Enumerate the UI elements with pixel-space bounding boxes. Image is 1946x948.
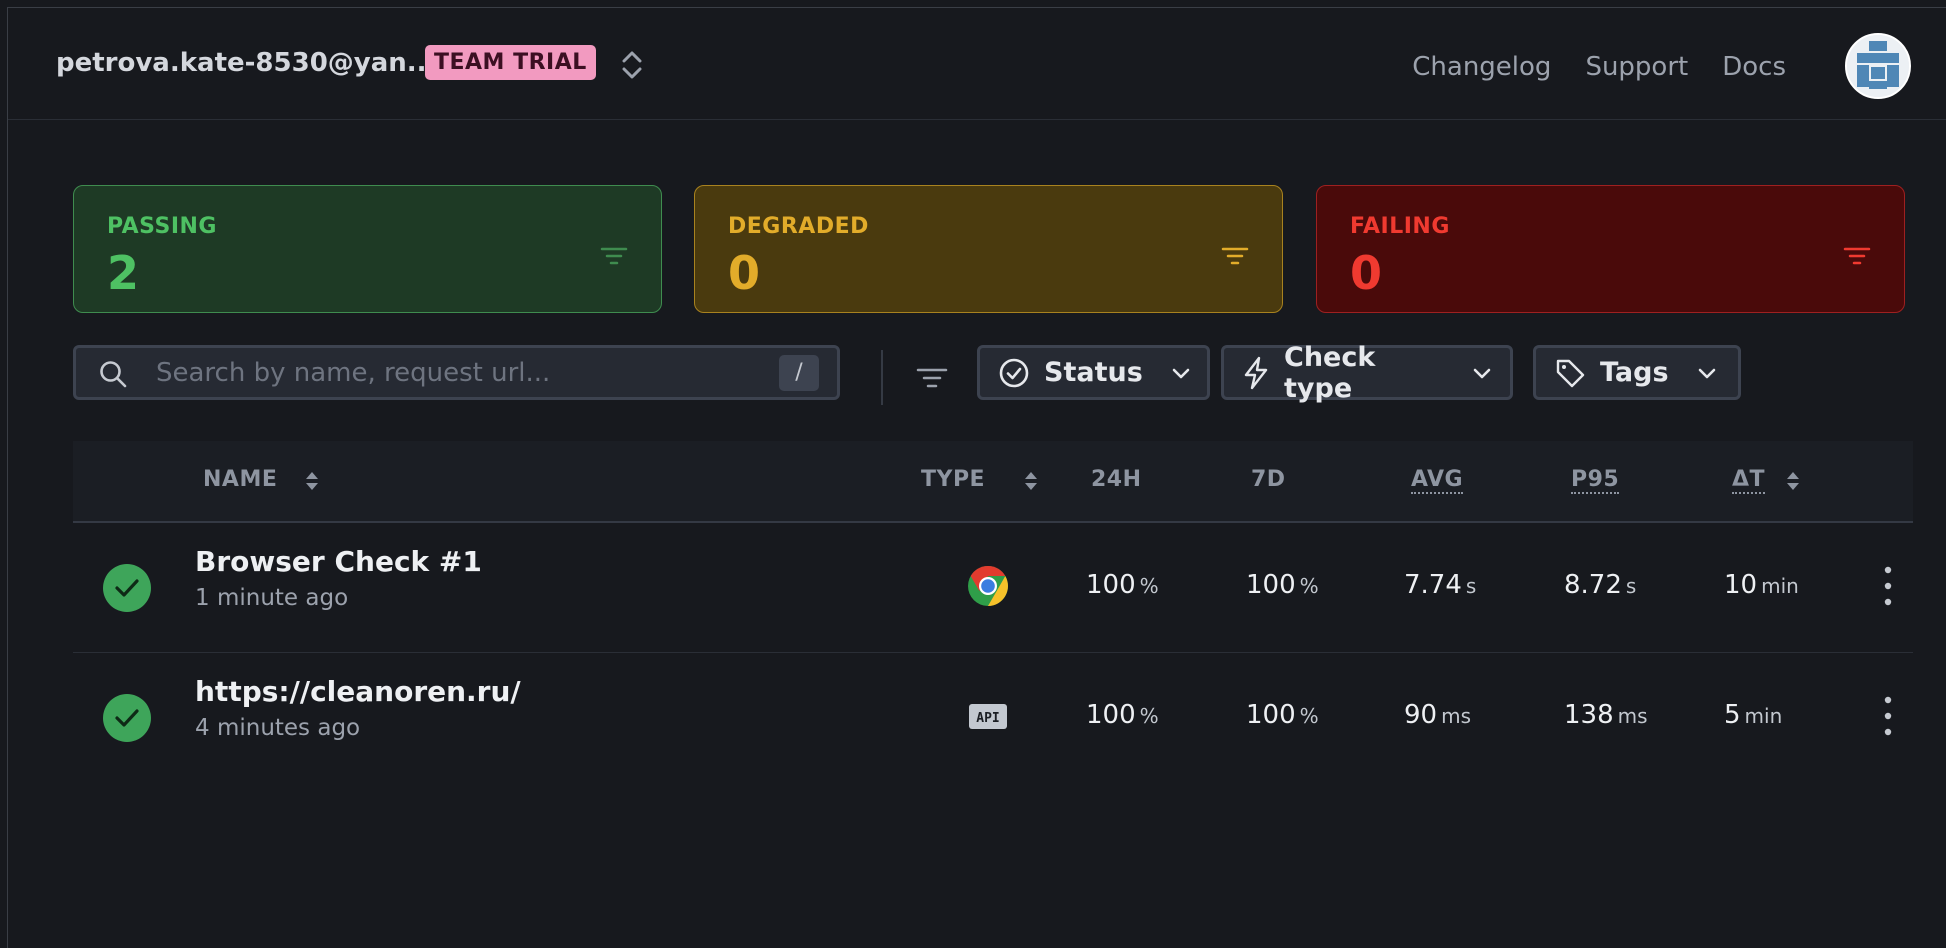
search-shortcut-hint: /	[779, 355, 819, 391]
column-header-avg: AVG	[1411, 467, 1464, 494]
degraded-label: DEGRADED	[728, 214, 869, 239]
chrome-icon	[968, 566, 1008, 606]
filter-icon[interactable]	[1842, 244, 1872, 268]
check-interval-unit: min	[1744, 704, 1783, 728]
failing-count: 0	[1350, 246, 1383, 300]
table-row[interactable]: Browser Check #1 1 minute ago 100% 100% …	[73, 523, 1913, 653]
check-circle-icon	[999, 358, 1029, 387]
p95-response-unit: ms	[1617, 704, 1648, 728]
passing-count: 2	[107, 246, 140, 300]
avg-response-value: 7.74	[1404, 570, 1462, 600]
uptime-7d: 100%	[1246, 570, 1319, 600]
avg-response: 7.74 s	[1404, 570, 1476, 600]
status-filter-label: Status	[1044, 357, 1143, 388]
uptime-7d-unit: %	[1299, 574, 1319, 598]
uptime-24h-unit: %	[1139, 574, 1159, 598]
check-name[interactable]: Browser Check #1	[195, 545, 482, 578]
lightning-icon	[1244, 356, 1268, 389]
passing-card[interactable]: PASSING 2	[73, 185, 662, 313]
support-link[interactable]: Support	[1585, 52, 1688, 82]
p95-response-unit: s	[1625, 574, 1637, 598]
column-header-type[interactable]: TYPE	[921, 467, 985, 492]
chevron-up-down-icon[interactable]	[617, 48, 647, 82]
top-bar: petrova.kate-8530@yan... TEAM TRIAL Chan…	[8, 8, 1946, 120]
uptime-7d-unit: %	[1299, 704, 1319, 728]
tags-filter-label: Tags	[1600, 357, 1669, 388]
uptime-7d: 100%	[1246, 700, 1319, 730]
uptime-7d-value: 100	[1246, 700, 1296, 730]
more-options-icon[interactable]	[1881, 693, 1895, 739]
check-interval-value: 5	[1724, 700, 1741, 730]
api-icon: API	[969, 704, 1007, 729]
column-header-p95: P95	[1571, 467, 1620, 494]
p95-response: 138 ms	[1564, 700, 1648, 730]
column-header-p95-label: P95	[1571, 467, 1620, 494]
degraded-card[interactable]: DEGRADED 0	[694, 185, 1283, 313]
chevron-down-icon	[1698, 368, 1715, 378]
column-header-24h: 24H	[1091, 467, 1142, 492]
failing-card[interactable]: FAILING 0	[1316, 185, 1905, 313]
avg-response: 90 ms	[1404, 700, 1471, 730]
degraded-count: 0	[728, 246, 761, 300]
uptime-7d-value: 100	[1246, 570, 1296, 600]
filter-toggle-icon[interactable]	[915, 364, 949, 392]
status-passing-icon	[103, 564, 151, 612]
sort-icon[interactable]	[1024, 470, 1038, 492]
check-interval-unit: min	[1761, 574, 1799, 598]
uptime-24h-unit: %	[1139, 704, 1159, 728]
search-input[interactable]	[156, 355, 756, 391]
check-last-run: 1 minute ago	[195, 585, 349, 611]
uptime-24h: 100%	[1086, 700, 1159, 730]
check-interval: 5 min	[1724, 700, 1782, 730]
chevron-down-icon	[1172, 368, 1190, 378]
column-header-delta-t[interactable]: ΔT	[1732, 467, 1766, 494]
filter-icon[interactable]	[1220, 244, 1250, 268]
status-filter-button[interactable]: Status	[977, 345, 1210, 400]
chevron-down-icon	[1473, 368, 1491, 378]
app-frame: petrova.kate-8530@yan... TEAM TRIAL Chan…	[7, 7, 1946, 948]
uptime-24h: 100%	[1086, 570, 1159, 600]
p95-response-value: 8.72	[1564, 570, 1622, 600]
top-links: Changelog Support Docs	[1412, 52, 1786, 82]
table-header: NAME TYPE 24H 7D AVG P95 ΔT	[73, 441, 1913, 523]
p95-response-value: 138	[1564, 700, 1614, 730]
more-options-icon[interactable]	[1881, 563, 1895, 609]
filter-icon[interactable]	[599, 244, 629, 268]
check-type-filter-button[interactable]: Check type	[1221, 342, 1513, 404]
check-name[interactable]: https://cleanoren.ru/	[195, 675, 521, 708]
search-box: /	[73, 345, 840, 400]
avg-response-unit: ms	[1441, 704, 1471, 728]
check-type-filter-label: Check type	[1284, 341, 1376, 404]
avatar[interactable]	[1845, 33, 1911, 99]
passing-label: PASSING	[107, 214, 217, 239]
api-icon-text: API	[976, 711, 999, 726]
column-header-avg-label: AVG	[1411, 467, 1464, 494]
uptime-24h-value: 100	[1086, 570, 1136, 600]
failing-label: FAILING	[1350, 214, 1450, 239]
check-interval: 10 min	[1724, 570, 1799, 600]
avatar-pattern-icon	[1847, 35, 1909, 97]
column-header-delta-t-label: ΔT	[1732, 467, 1766, 494]
table-row[interactable]: https://cleanoren.ru/ 4 minutes ago API …	[73, 653, 1913, 783]
sort-icon[interactable]	[1786, 470, 1800, 492]
p95-response: 8.72 s	[1564, 570, 1636, 600]
column-header-7d: 7D	[1251, 467, 1286, 492]
check-last-run: 4 minutes ago	[195, 715, 361, 741]
tag-icon	[1556, 359, 1585, 387]
status-passing-icon	[103, 694, 151, 742]
uptime-24h-value: 100	[1086, 700, 1136, 730]
toolbar-divider	[881, 350, 883, 405]
search-icon	[100, 361, 127, 388]
changelog-link[interactable]: Changelog	[1412, 52, 1551, 82]
plan-badge: TEAM TRIAL	[425, 45, 596, 80]
check-interval-value: 10	[1724, 570, 1758, 600]
sort-icon[interactable]	[305, 470, 319, 492]
column-header-name[interactable]: NAME	[203, 467, 277, 492]
tags-filter-button[interactable]: Tags	[1533, 345, 1741, 400]
docs-link[interactable]: Docs	[1722, 52, 1786, 82]
avg-response-value: 90	[1404, 700, 1438, 730]
account-email[interactable]: petrova.kate-8530@yan...	[56, 48, 436, 78]
avg-response-unit: s	[1465, 574, 1477, 598]
